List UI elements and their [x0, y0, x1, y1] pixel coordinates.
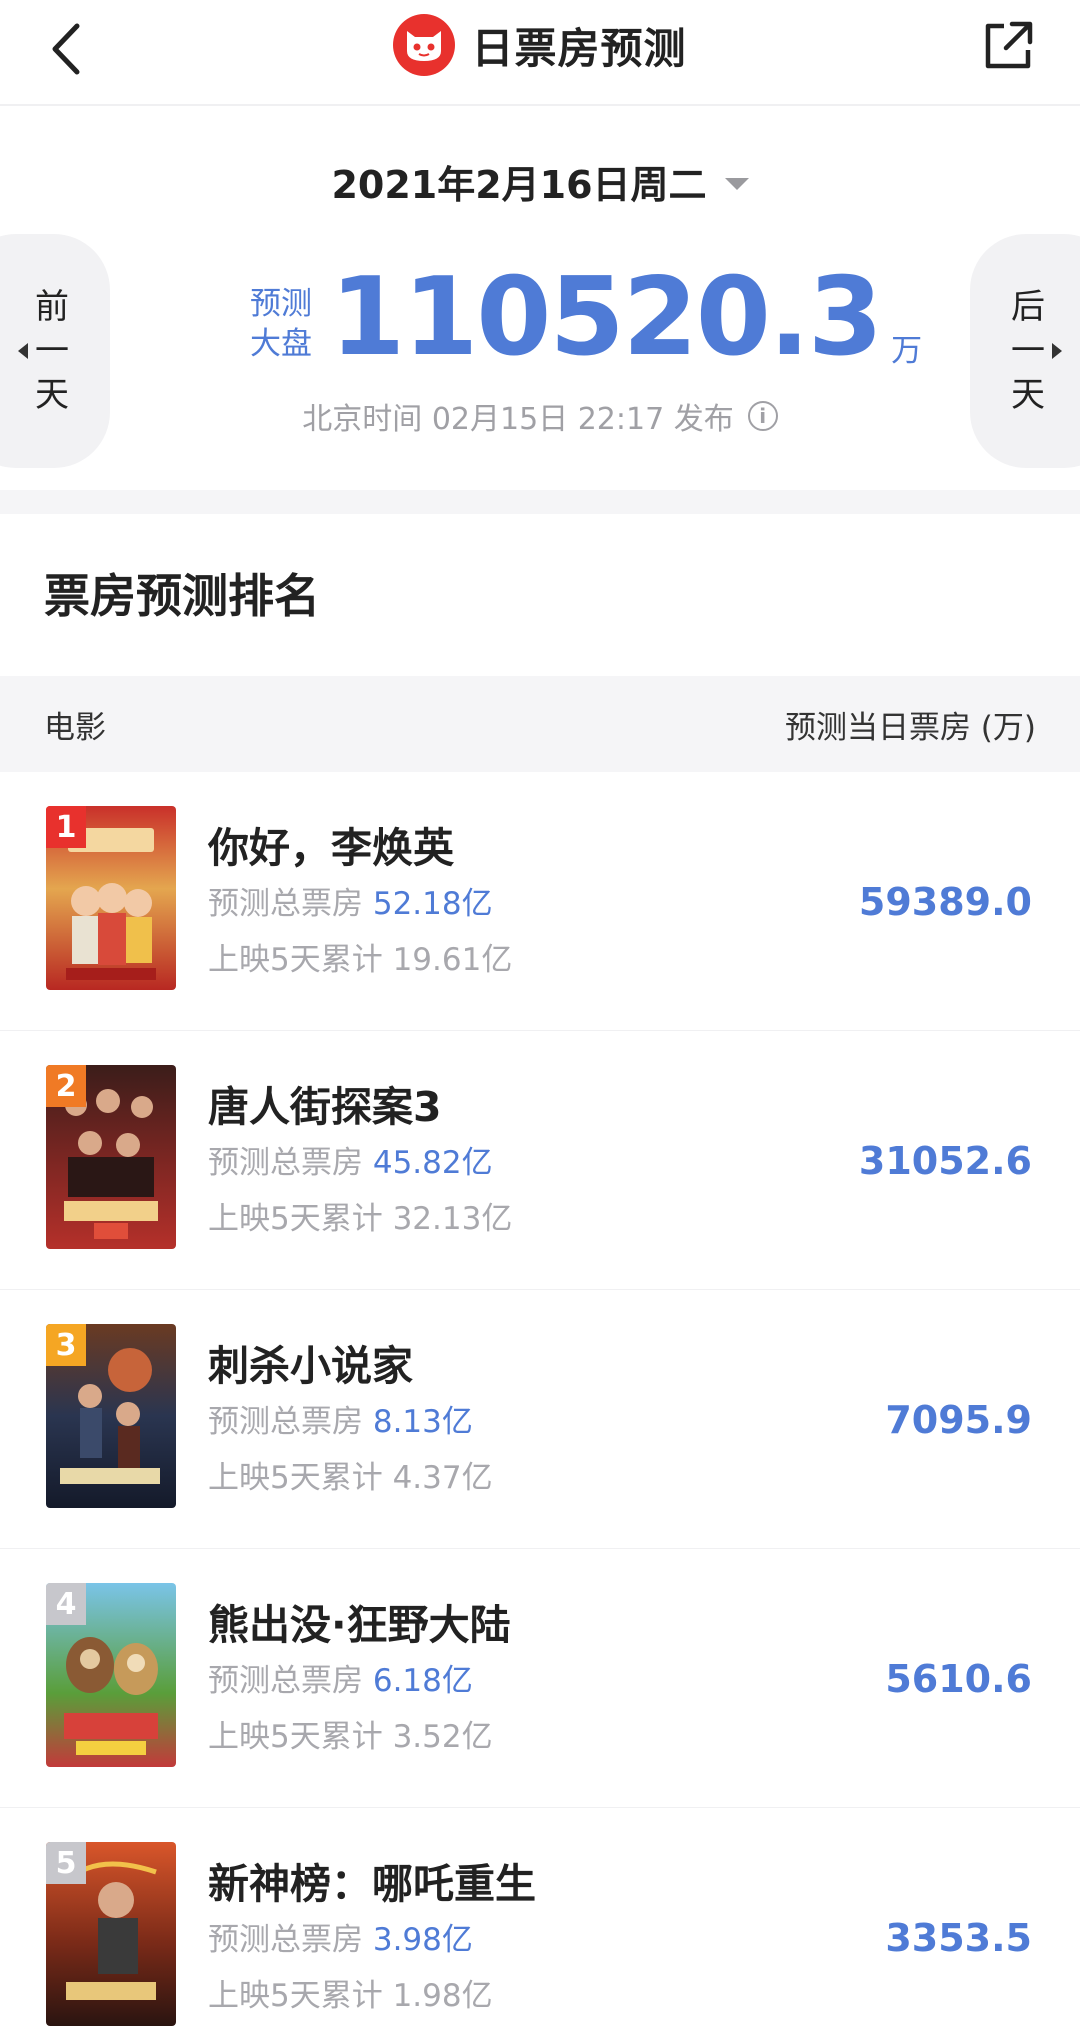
movie-title[interactable]: 新神榜：哪吒重生: [208, 1858, 536, 1910]
cumulative-box-office: 上映5天累计 19.61亿: [208, 942, 513, 978]
rank-badge: 5: [46, 1842, 86, 1884]
info-icon[interactable]: i: [747, 401, 778, 431]
cumulative-box-office: 上映5天累计 3.52亿: [208, 1719, 493, 1755]
maoyan-logo-icon: [393, 14, 456, 76]
forecast-total: 预测大盘 110520.3 万: [250, 264, 922, 372]
rank-badge: 1: [46, 806, 86, 848]
movie-poster[interactable]: 5: [46, 1842, 176, 2026]
forecast-value: 110520.3: [330, 255, 883, 380]
movie-poster[interactable]: 3: [46, 1324, 176, 1508]
publish-info: 北京时间 02月15日 22:17 发布 i: [0, 394, 1080, 438]
forecast-unit: 万: [891, 333, 923, 369]
share-icon: [985, 21, 1033, 69]
forecast-panel: 2021年2月16日周二 前一天 后一天 预测大盘 110520.3 万 北京时…: [0, 106, 1080, 490]
movie-poster[interactable]: 4: [46, 1583, 176, 1767]
daily-forecast-value: 3353.5: [885, 1915, 1032, 1960]
date-selector[interactable]: 2021年2月16日周二: [0, 154, 1080, 209]
column-movie: 电影: [44, 709, 106, 746]
movie-info: 新神榜：哪吒重生 预测总票房 3.98亿 上映5天累计 1.98亿: [208, 1858, 536, 2018]
selected-date[interactable]: 2021年2月16日周二: [331, 154, 706, 209]
cumulative-box-office: 上映5天累计 4.37亿: [208, 1460, 493, 1496]
publish-time: 北京时间 02月15日 22:17 发布: [302, 402, 734, 437]
predicted-total: 预测总票房 3.98亿: [208, 1922, 473, 1958]
nav-title-group: 日票房预测: [0, 14, 1080, 76]
daily-forecast-value: 31052.6: [858, 1138, 1032, 1183]
movie-title[interactable]: 你好，李焕英: [208, 822, 512, 874]
predicted-total: 预测总票房 6.18亿: [208, 1663, 473, 1699]
movie-row[interactable]: 3 刺杀小说家 预测总票房 8.13亿 上映5天累计 4.37亿 7095.9: [0, 1290, 1080, 1549]
movie-title[interactable]: 熊出没·狂野大陆: [208, 1599, 511, 1651]
table-header: 电影 预测当日票房 (万): [0, 676, 1080, 772]
section-divider: [0, 490, 1080, 514]
nav-bar: 日票房预测: [0, 0, 1080, 106]
page-title: 日票房预测: [471, 23, 687, 73]
caret-down-icon[interactable]: [724, 177, 749, 190]
ranking-title: 票房预测排名: [44, 569, 320, 623]
movie-poster[interactable]: 2: [46, 1065, 176, 1249]
movie-title[interactable]: 刺杀小说家: [208, 1340, 493, 1392]
movie-poster[interactable]: 1: [46, 806, 176, 990]
rank-badge: 2: [46, 1065, 86, 1107]
cumulative-box-office: 上映5天累计 32.13亿: [208, 1201, 513, 1237]
daily-forecast-value: 59389.0: [858, 879, 1032, 924]
share-button[interactable]: [980, 18, 1040, 78]
arrow-left-icon: [18, 343, 28, 359]
movie-info: 熊出没·狂野大陆 预测总票房 6.18亿 上映5天累计 3.52亿: [208, 1599, 511, 1759]
movie-row[interactable]: 2 唐人街探案3 预测总票房 45.82亿 上映5天累计 32.13亿 3105…: [0, 1031, 1080, 1290]
movie-row[interactable]: 5 新神榜：哪吒重生 预测总票房 3.98亿 上映5天累计 1.98亿 3353…: [0, 1808, 1080, 2043]
ranking-list: 1 你好，李焕英 预测总票房 52.18亿 上映5天累计 19.61亿 5938…: [0, 772, 1080, 2043]
movie-title[interactable]: 唐人街探案3: [208, 1081, 512, 1133]
daily-forecast-value: 5610.6: [885, 1656, 1032, 1701]
predicted-total: 预测总票房 52.18亿: [208, 886, 493, 922]
movie-row[interactable]: 1 你好，李焕英 预测总票房 52.18亿 上映5天累计 19.61亿 5938…: [0, 772, 1080, 1031]
movie-info: 唐人街探案3 预测总票房 45.82亿 上映5天累计 32.13亿: [208, 1081, 512, 1241]
daily-forecast-value: 7095.9: [885, 1397, 1032, 1442]
movie-info: 你好，李焕英 预测总票房 52.18亿 上映5天累计 19.61亿: [208, 822, 512, 982]
movie-row[interactable]: 4 熊出没·狂野大陆 预测总票房 6.18亿 上映5天累计 3.52亿 5610…: [0, 1549, 1080, 1808]
column-daily-forecast: 预测当日票房 (万): [784, 709, 1036, 746]
forecast-label: 预测大盘: [250, 286, 312, 362]
movie-info: 刺杀小说家 预测总票房 8.13亿 上映5天累计 4.37亿: [208, 1340, 493, 1500]
cumulative-box-office: 上映5天累计 1.98亿: [208, 1978, 493, 2014]
rank-badge: 4: [46, 1583, 86, 1625]
rank-badge: 3: [46, 1324, 86, 1366]
predicted-total: 预测总票房 8.13亿: [208, 1404, 473, 1440]
arrow-right-icon: [1052, 343, 1062, 359]
predicted-total: 预测总票房 45.82亿: [208, 1145, 493, 1181]
